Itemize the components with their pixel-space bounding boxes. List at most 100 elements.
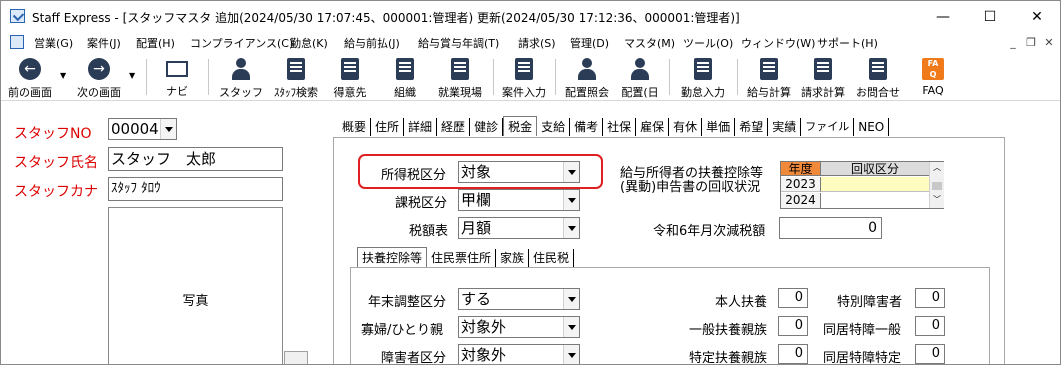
maximize-button[interactable]: ☐: [967, 1, 1013, 32]
minimize-button[interactable]: —: [920, 1, 966, 32]
client-button[interactable]: 得意先: [328, 55, 372, 99]
menu-attendance[interactable]: 勤怠(K): [290, 35, 328, 51]
billing-icon: [814, 58, 832, 80]
menu-billing[interactable]: 請求(S): [518, 35, 556, 51]
chevron-down-icon[interactable]: [563, 317, 579, 337]
job-entry-icon: [515, 58, 533, 80]
tab-social-insurance[interactable]: 社保: [603, 118, 637, 136]
tab-neo[interactable]: NEO: [854, 118, 890, 136]
tab-history[interactable]: 経歴: [437, 118, 471, 136]
photo-area[interactable]: 写真: [108, 207, 283, 364]
collection-status-grid[interactable]: 年度 回収区分 2023 2024 ︿ ﹀: [780, 161, 944, 209]
staff-kana-field[interactable]: ｽﾀｯﾌ ﾀﾛｳ: [108, 177, 283, 201]
tab-results[interactable]: 実績: [768, 118, 802, 136]
staff-no-label: スタッフNO: [14, 126, 92, 142]
app-icon: [10, 9, 25, 23]
staff-search-button[interactable]: ｽﾀｯﾌ検索: [270, 55, 322, 99]
menu-payroll[interactable]: 給与賞与年調(T): [418, 35, 499, 51]
workplace-icon: [451, 58, 469, 80]
grid-scrollbar[interactable]: ︿ ﹀: [929, 162, 944, 208]
chevron-down-icon[interactable]: ﹀: [930, 194, 944, 206]
forward-dropdown-icon[interactable]: ▼: [129, 71, 135, 80]
menu-app-icon[interactable]: [10, 35, 24, 49]
cohabit-specific-field[interactable]: 0: [915, 344, 945, 364]
navi-button[interactable]: ナビ: [159, 55, 195, 99]
close-button[interactable]: ✕: [1014, 1, 1060, 32]
menu-placement[interactable]: 配置(H): [136, 35, 175, 51]
staff-no-select[interactable]: 000047: [108, 118, 177, 140]
placement-day-icon: [630, 58, 650, 80]
scroll-button[interactable]: [284, 351, 308, 364]
year-end-label: 年末調整区分: [368, 295, 447, 310]
organization-button[interactable]: 組織: [383, 55, 427, 99]
window-title: Staff Express - [スタッフマスタ 追加(2024/05/30 1…: [32, 11, 740, 25]
chevron-down-icon[interactable]: [563, 289, 579, 309]
payroll-icon: [760, 58, 778, 80]
placement-day-button[interactable]: 配置(日: [617, 55, 663, 99]
billing-button[interactable]: 請求計算: [796, 55, 850, 99]
menu-jobs[interactable]: 案件(J): [87, 35, 121, 51]
main-tabs: 概要 住所 詳細 経歴 健診 税金 支給 備考 社保 雇保 有休 単価 希望 実…: [338, 116, 890, 138]
self-dependent-field[interactable]: 0: [778, 288, 808, 308]
faq-button[interactable]: FA Q FAQ: [915, 55, 951, 99]
tab-preferences[interactable]: 希望: [735, 118, 769, 136]
menu-support[interactable]: サポート(H): [817, 35, 878, 51]
mdi-close-button[interactable]: ✕: [1041, 34, 1057, 50]
chevron-down-icon[interactable]: [160, 119, 176, 139]
tab-employment-insurance[interactable]: 雇保: [636, 118, 670, 136]
placement-inquiry-button[interactable]: 配置照会: [560, 55, 614, 99]
year-end-select[interactable]: する: [458, 288, 580, 310]
menu-sales[interactable]: 営業(G): [34, 35, 73, 51]
tab-payment[interactable]: 支給: [537, 118, 571, 136]
attendance-entry-button[interactable]: 勤怠入力: [676, 55, 730, 99]
tab-dependents[interactable]: 扶養控除等: [357, 247, 428, 267]
menu-compliance[interactable]: コンプライアンス(C): [190, 35, 293, 51]
widow-label: 寡婦/ひとり親: [361, 323, 443, 338]
back-dropdown-icon[interactable]: ▼: [60, 71, 66, 80]
mdi-minimize-button[interactable]: _: [1005, 34, 1021, 50]
workplace-button[interactable]: 就業現場: [432, 55, 488, 99]
tab-address[interactable]: 住所: [371, 118, 405, 136]
menu-admin[interactable]: 管理(D): [570, 35, 609, 51]
forward-button[interactable]: → 次の画面: [75, 55, 123, 99]
inquiry-button[interactable]: お問合せ: [851, 55, 905, 99]
grid-status-cell[interactable]: [821, 177, 929, 192]
tax-table-select[interactable]: 月額: [458, 217, 580, 239]
payroll-button[interactable]: 給与計算: [742, 55, 796, 99]
special-disabled-field[interactable]: 0: [915, 288, 945, 308]
mdi-restore-button[interactable]: ❐: [1023, 34, 1039, 50]
general-dependent-field[interactable]: 0: [778, 316, 808, 336]
reduction-field[interactable]: 0: [779, 217, 882, 239]
staff-icon: [231, 58, 251, 80]
back-button[interactable]: ← 前の画面: [6, 55, 54, 99]
tab-tax[interactable]: 税金: [503, 116, 538, 136]
cohabit-general-field[interactable]: 0: [915, 316, 945, 336]
tab-notes[interactable]: 備考: [570, 118, 604, 136]
chevron-down-icon[interactable]: [563, 190, 579, 210]
tab-family[interactable]: 家族: [496, 249, 530, 267]
scroll-thumb[interactable]: [932, 182, 942, 190]
chevron-down-icon[interactable]: [563, 218, 579, 238]
menu-window[interactable]: ウィンドウ(W): [741, 35, 815, 51]
disabled-select[interactable]: 対象外: [458, 344, 580, 364]
tab-resident-tax[interactable]: 住民税: [529, 249, 575, 267]
tab-details[interactable]: 詳細: [404, 118, 438, 136]
tab-overview[interactable]: 概要: [338, 118, 372, 136]
widow-select[interactable]: 対象外: [458, 316, 580, 338]
menu-tools[interactable]: ツール(O): [683, 35, 733, 51]
specific-dependent-field[interactable]: 0: [778, 344, 808, 364]
tab-resident-address[interactable]: 住民票住所: [427, 249, 497, 267]
grid-status-cell[interactable]: [821, 193, 929, 208]
menu-pay-advance[interactable]: 給与前払(J): [344, 35, 400, 51]
tab-unit-price[interactable]: 単価: [702, 118, 736, 136]
chevron-up-icon[interactable]: ︿: [930, 162, 944, 174]
job-entry-button[interactable]: 案件入力: [497, 55, 551, 99]
staff-button[interactable]: スタッフ: [219, 55, 263, 99]
tax-category-select[interactable]: 甲欄: [458, 189, 580, 211]
tab-paid-leave[interactable]: 有休: [669, 118, 703, 136]
tab-files[interactable]: ファイル: [801, 118, 855, 136]
tab-health[interactable]: 健診: [470, 118, 504, 136]
chevron-down-icon[interactable]: [563, 345, 579, 364]
staff-name-field[interactable]: スタッフ 太郎: [108, 147, 283, 171]
menu-master[interactable]: マスタ(M): [624, 35, 675, 51]
